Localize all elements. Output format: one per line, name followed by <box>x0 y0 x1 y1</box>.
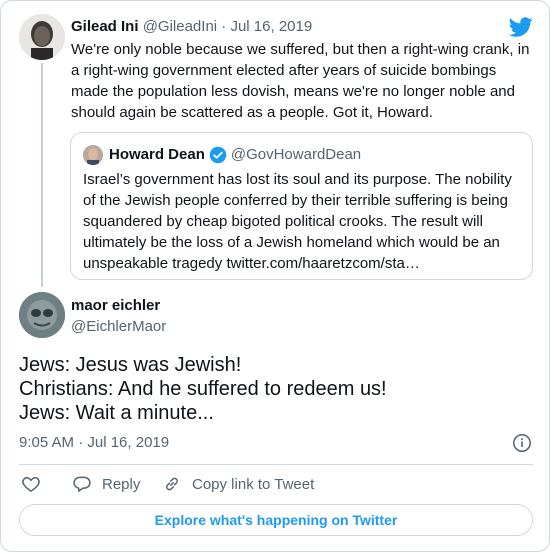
reply-label: Reply <box>102 475 141 493</box>
tweet-timestamp[interactable]: 9:05 AM · Jul 16, 2019 <box>19 433 169 453</box>
heart-icon <box>22 477 40 492</box>
explore-twitter-button[interactable]: Explore what's happening on Twitter <box>19 504 533 536</box>
parent-tweet-header: Gilead Ini @GileadIni · Jul 16, 2019 <box>71 17 312 37</box>
parent-author-name[interactable]: Gilead Ini <box>71 18 139 35</box>
quoted-tweet[interactable]: Howard Dean @GovHowardDean Israel’s gove… <box>70 132 533 280</box>
quoted-tweet-header: Howard Dean @GovHowardDean <box>109 145 361 165</box>
copy-link-label: Copy link to Tweet <box>192 475 315 493</box>
main-author-handle[interactable]: @EichlerMaor <box>71 317 166 337</box>
main-author-name[interactable]: maor eichler <box>71 296 160 316</box>
copy-link-button[interactable]: Copy link to Tweet <box>162 473 314 495</box>
parent-author-handle[interactable]: @GileadIni <box>143 18 217 35</box>
embedded-tweet-card: Gilead Ini @GileadIni · Jul 16, 2019 We'… <box>0 0 550 552</box>
header-separator: · <box>221 18 227 35</box>
parent-avatar[interactable] <box>19 14 65 60</box>
like-button[interactable] <box>21 473 51 495</box>
parent-tweet-text: We're only noble because we suffered, bu… <box>71 41 530 121</box>
quoted-author-name: Howard Dean <box>109 146 205 163</box>
info-icon[interactable] <box>512 433 532 453</box>
tweet-text-line: Jews: Jesus was Jewish! <box>19 354 242 376</box>
thread-connector-line <box>41 63 43 287</box>
parent-tweet-date[interactable]: Jul 16, 2019 <box>230 18 312 35</box>
quoted-tweet-text: Israel’s government has lost its soul an… <box>83 171 512 272</box>
quoted-author-avatar <box>83 145 103 165</box>
link-icon <box>166 477 178 491</box>
tweet-text-line: Jews: Wait a minute... <box>19 402 214 424</box>
divider <box>19 464 533 465</box>
speech-bubble-icon <box>73 476 91 492</box>
quoted-author-handle: @GovHowardDean <box>230 146 362 163</box>
main-author-avatar[interactable] <box>19 292 65 338</box>
twitter-bird-icon[interactable] <box>509 15 533 39</box>
tweet-text-line: Christians: And he suffered to redeem us… <box>19 378 387 400</box>
reply-button[interactable]: Reply <box>72 473 140 495</box>
verified-badge-icon <box>209 146 227 164</box>
main-tweet-text: Jews: Jesus was Jewish! Christians: And … <box>19 353 531 425</box>
